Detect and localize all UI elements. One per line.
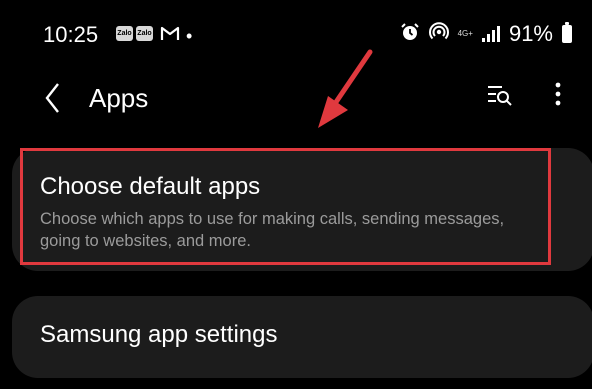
app-bar: Apps bbox=[0, 70, 592, 126]
item-title: Samsung app settings bbox=[40, 321, 278, 348]
search-list-icon[interactable] bbox=[484, 82, 514, 113]
battery-icon bbox=[562, 22, 572, 43]
status-bar: 10:25 Zalo Zalo • 4G+ 91% bbox=[0, 0, 592, 62]
page-title: Apps bbox=[89, 83, 149, 113]
back-button[interactable] bbox=[43, 78, 63, 123]
gmail-icon bbox=[160, 25, 180, 46]
hotspot-icon bbox=[428, 21, 449, 47]
battery-percent: 91% bbox=[508, 21, 553, 46]
more-options-icon[interactable] bbox=[552, 81, 564, 114]
signal-icon bbox=[481, 26, 500, 42]
clock: 10:25 bbox=[43, 22, 99, 47]
status-icons: 4G+ 91% bbox=[400, 20, 572, 48]
red-arrow-annotation bbox=[310, 44, 380, 139]
network-type-icon: 4G+ bbox=[457, 29, 473, 38]
notification-dot: • bbox=[186, 26, 193, 46]
zalo-notification-icon: Zalo bbox=[116, 26, 133, 41]
highlight-box bbox=[20, 148, 551, 265]
zalo-notification-icon: Zalo bbox=[136, 26, 153, 41]
samsung-app-settings-item[interactable]: Samsung app settings bbox=[12, 296, 592, 378]
alarm-icon bbox=[400, 22, 420, 47]
